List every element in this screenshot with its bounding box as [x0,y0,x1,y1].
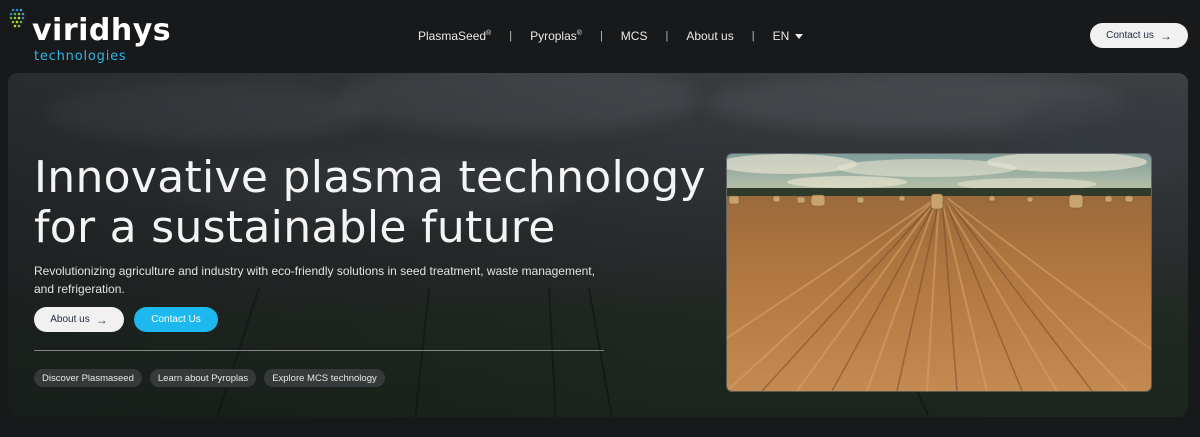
hero-section: Innovative plasma technology for a susta… [8,73,1188,417]
hero-divider [34,350,604,351]
chevron-down-icon [795,33,804,39]
site-header: viridhys technologies PlasmaSeed® | Pyro… [0,0,1200,72]
hay-field-image [727,154,1151,391]
arrow-right-icon: → [95,312,108,327]
chip-explore-mcs[interactable]: Explore MCS technology [264,369,385,387]
main-nav: PlasmaSeed® | Pyroplas® | MCS | About us… [400,26,821,46]
hero-headline-line-1: Innovative plasma technology [34,152,706,203]
contact-us-button[interactable]: Contact Us [134,307,218,332]
contact-us-button-label: Contact Us [151,314,201,325]
hero-headline-line-2: for a sustainable future [34,202,556,253]
brand-logo[interactable]: viridhys technologies [8,6,172,66]
nav-item-mcs[interactable]: MCS [603,29,666,43]
header-contact-button[interactable]: Contact us → [1090,23,1188,48]
nav-item-plasmaseed[interactable]: PlasmaSeed® [400,29,509,43]
logo-mark-icon [9,8,25,28]
chip-discover-plasmaseed[interactable]: Discover Plasmaseed [34,369,142,387]
header-contact-label: Contact us [1106,30,1154,41]
nav-item-about-us[interactable]: About us [668,29,751,43]
language-selector[interactable]: EN [755,29,822,43]
brand-subtitle: technologies [34,49,127,64]
nav-item-pyroplas[interactable]: Pyroplas® [512,29,600,43]
hero-quick-links: Discover Plasmaseed Learn about Pyroplas… [34,369,385,387]
arrow-right-icon: → [1159,28,1172,43]
brand-name: viridhys [32,13,172,48]
hero-headline: Innovative plasma technology for a susta… [34,153,714,253]
about-us-button-label: About us [50,314,90,325]
hay-field-photo [726,153,1152,392]
chip-learn-pyroplas[interactable]: Learn about Pyroplas [149,369,257,387]
about-us-button[interactable]: About us → [34,307,124,332]
language-label: EN [772,29,790,43]
hero-subtext: Revolutionizing agriculture and industry… [34,264,595,296]
